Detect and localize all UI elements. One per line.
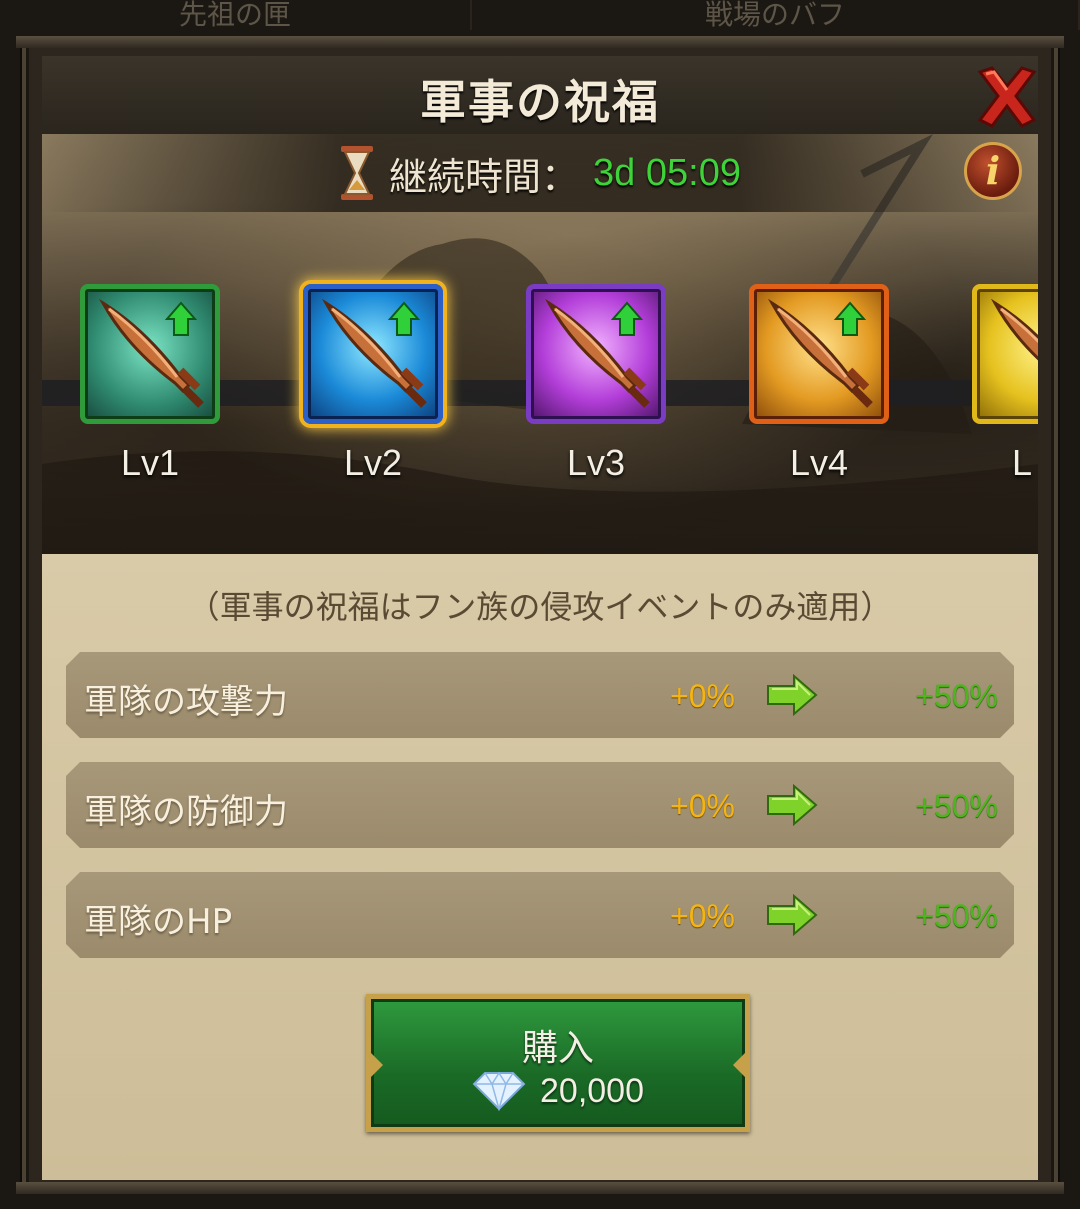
arrow-right-icon [766,894,818,936]
arrow-right-icon [766,784,818,826]
stat-current-value: +0% [670,678,735,714]
level-label: Lv4 [789,442,849,483]
sword-level-icon [972,284,1038,424]
sword-icon [321,298,427,408]
hourglass-icon [341,146,374,200]
duration-value: 3d 05:09 [593,151,741,194]
stat-name: 軍隊の攻撃力 [84,682,288,722]
level-label: Lv2 [343,442,403,483]
scene-fade [42,484,1038,554]
dialog-title: 軍事の祝福 [420,75,660,129]
buy-label: 購入 [521,1028,594,1069]
stat-row-attack: 軍隊の攻撃力 +0% +50% [66,652,1014,738]
close-button[interactable] [972,62,1042,132]
sword-level-icon [303,284,443,424]
level-label: L [1012,442,1033,483]
stat-name: 軍隊のHP [84,902,233,942]
stat-next-value: +50% [915,788,998,824]
level-label: Lv1 [120,442,180,483]
level-label: Lv3 [566,442,626,483]
sword-icon [544,298,650,408]
buy-cost-value: 20,000 [540,1071,644,1110]
close-icon [977,66,1037,128]
sword-level-icon [526,284,666,424]
stats-panel: （軍事の祝福はフン族の侵攻イベントのみ適用） 軍隊の攻撃力 +0% +50% 軍… [42,554,1038,1180]
sword-icon [990,298,1038,361]
level-item-4[interactable]: Lv4 [749,284,889,484]
dialog-header: 軍事の祝福 [42,56,1038,136]
stat-row-hp: 軍隊のHP +0% +50% [66,872,1014,958]
stat-row-defense: 軍隊の防御力 +0% +50% [66,762,1014,848]
background-tab-battle-buff: 戦場のバフ [472,0,1080,30]
level-scene: 継続時間： 3d 05:09 i Lv1 Lv2 Lv3 Lv4 L [42,134,1038,554]
sword-icon [767,298,873,408]
event-note: （軍事の祝福はフン族の侵攻イベントのみ適用） [187,588,893,626]
level-item-2[interactable]: Lv2 [303,284,443,484]
level-item-1[interactable]: Lv1 [80,284,220,484]
info-icon: i [985,148,1001,193]
background-tabs: 先祖の匣 戦場のバフ [0,0,1080,40]
level-item-3[interactable]: Lv3 [526,284,666,484]
sword-icon [98,298,204,408]
diamond-icon [472,1071,526,1111]
background-tab-ancestor: 先祖の匣 [0,0,472,30]
duration-bar: 継続時間： 3d 05:09 [42,134,1038,212]
blessing-dialog: 軍事の祝福 継続時間： 3d 05:09 i Lv1 Lv2 Lv3 Lv4 L… [16,36,1064,1194]
stat-next-value: +50% [915,678,998,714]
info-button[interactable]: i [964,142,1022,200]
sword-level-icon [80,284,220,424]
stat-next-value: +50% [915,898,998,934]
stat-current-value: +0% [670,788,735,824]
stat-current-value: +0% [670,898,735,934]
buy-button[interactable]: 購入 20,000 [366,994,750,1132]
buy-cost: 20,000 [371,1071,745,1111]
duration-label: 継続時間： [389,154,580,199]
arrow-right-icon [766,674,818,716]
stat-name: 軍隊の防御力 [84,792,288,832]
level-item-5[interactable]: L [972,284,1038,484]
sword-level-icon [749,284,889,424]
